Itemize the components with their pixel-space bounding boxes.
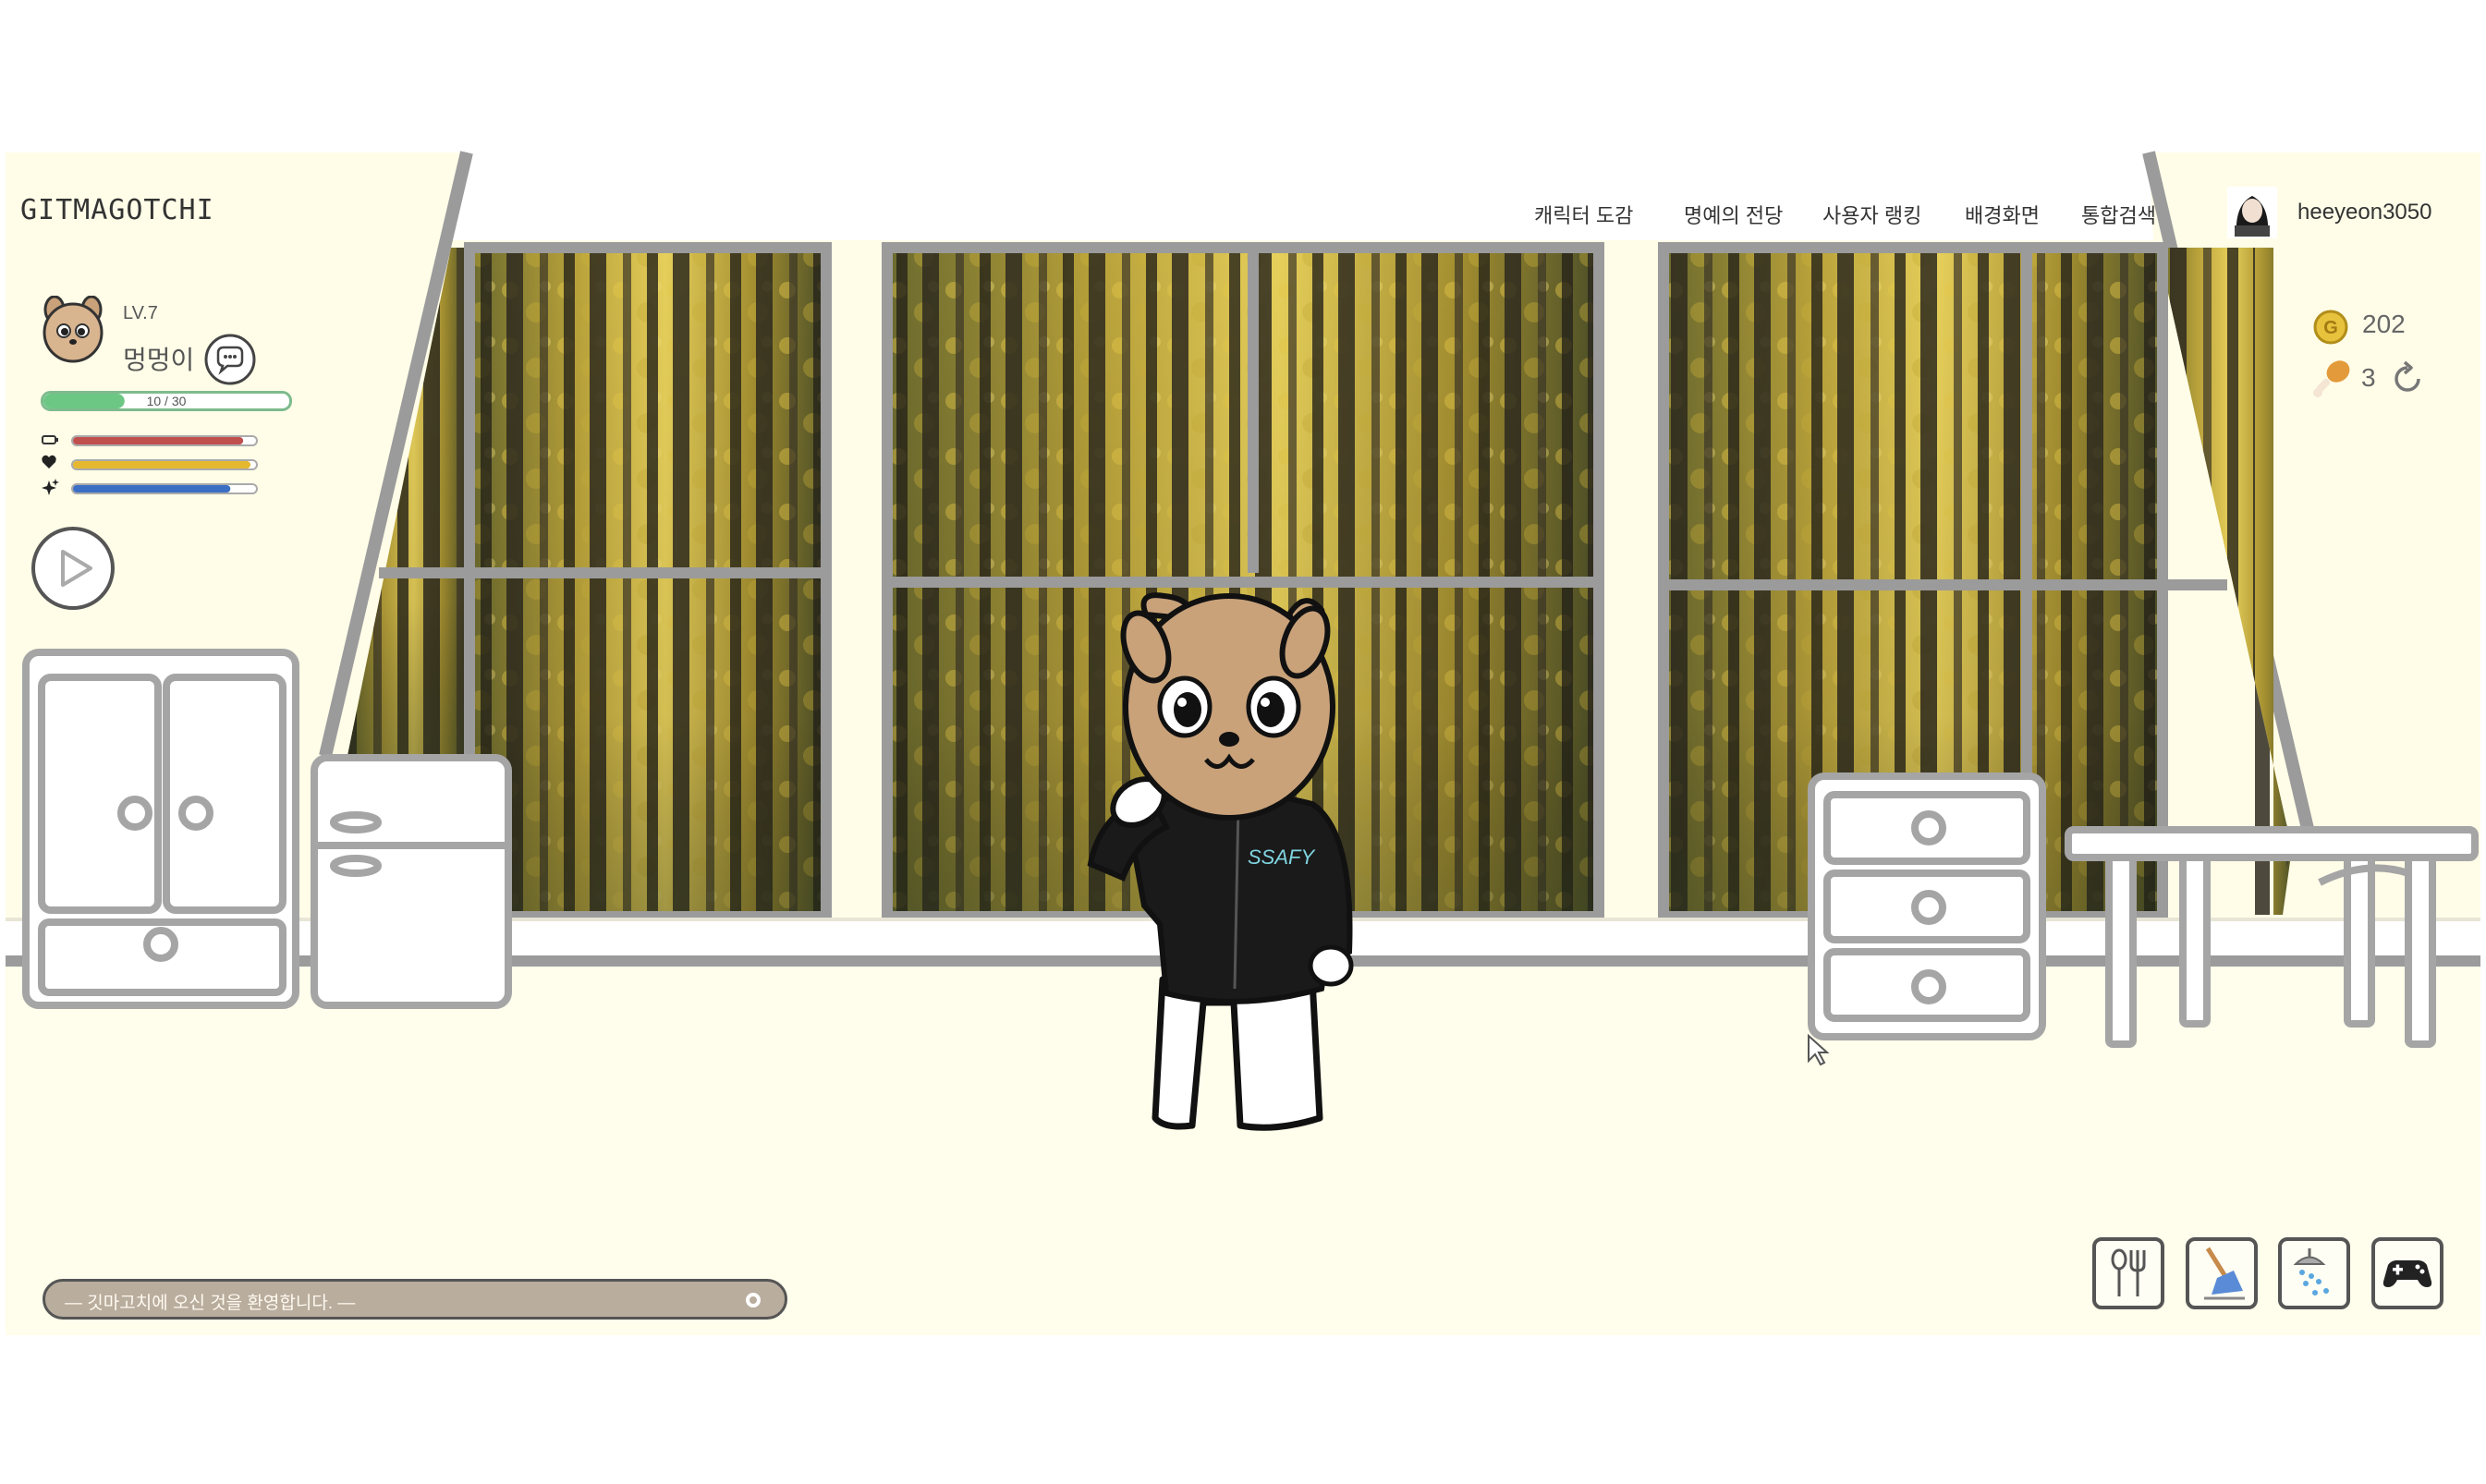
nav-user-ranking[interactable]: 사용자 랭킹 [1822,200,1921,229]
user-profile[interactable]: heeyeon3050 [2227,187,2431,238]
close-dot-icon[interactable] [744,1291,762,1309]
pet-stats [42,435,258,495]
nav-hall-of-fame[interactable]: 명예의 전당 [1684,200,1783,229]
gold-amount: 202 [2362,310,2406,338]
wash-button[interactable] [2278,1237,2350,1309]
drawer-chest [1808,772,2046,1040]
sparkle-icon [42,479,59,495]
small-cabinet [311,754,512,1009]
feed-button[interactable] [2092,1237,2164,1309]
stat-bar-fill [73,485,231,493]
game-button[interactable] [2371,1237,2443,1309]
svg-text:SSAFY: SSAFY [1248,845,1315,869]
spoon-fork-icon [2111,1248,2146,1296]
coin-icon: G [2313,310,2348,345]
nav-wallpaper[interactable]: 배경화면 [1965,200,2040,229]
user-avatar-icon [2227,187,2277,238]
battery-icon [42,435,58,444]
heart-icon [42,455,56,468]
drumstick-icon [2313,360,2350,397]
broom-icon [2204,1247,2245,1300]
clean-button[interactable] [2186,1237,2258,1309]
gamepad-icon [2382,1259,2432,1287]
nav-search[interactable]: 통합검색 [2081,200,2156,229]
stat-bar-fill [73,461,251,468]
app-title[interactable]: GITMAGOTCHI [20,194,214,226]
pet-portrait-icon [43,296,104,363]
pet-level: LV.7 [123,303,158,323]
nav-character-collection[interactable]: 캐릭터 도감 [1534,200,1633,229]
stat-bar-fill [73,437,244,444]
speech-bubble-icon[interactable] [203,333,257,386]
refresh-icon[interactable] [2388,359,2427,398]
svg-text:G: G [2323,318,2338,338]
pet-name: 멍멍이 [123,346,195,374]
shower-icon [2293,1248,2329,1295]
wardrobe [22,649,299,1009]
food-amount: 3 [2361,363,2376,392]
play-icon[interactable] [30,525,116,612]
message-text: — 깃마고치에 오신 것을 환영합니다. — [65,1294,356,1313]
username[interactable]: heeyeon3050 [2297,200,2431,225]
exp-text: 10 / 30 [146,394,187,408]
